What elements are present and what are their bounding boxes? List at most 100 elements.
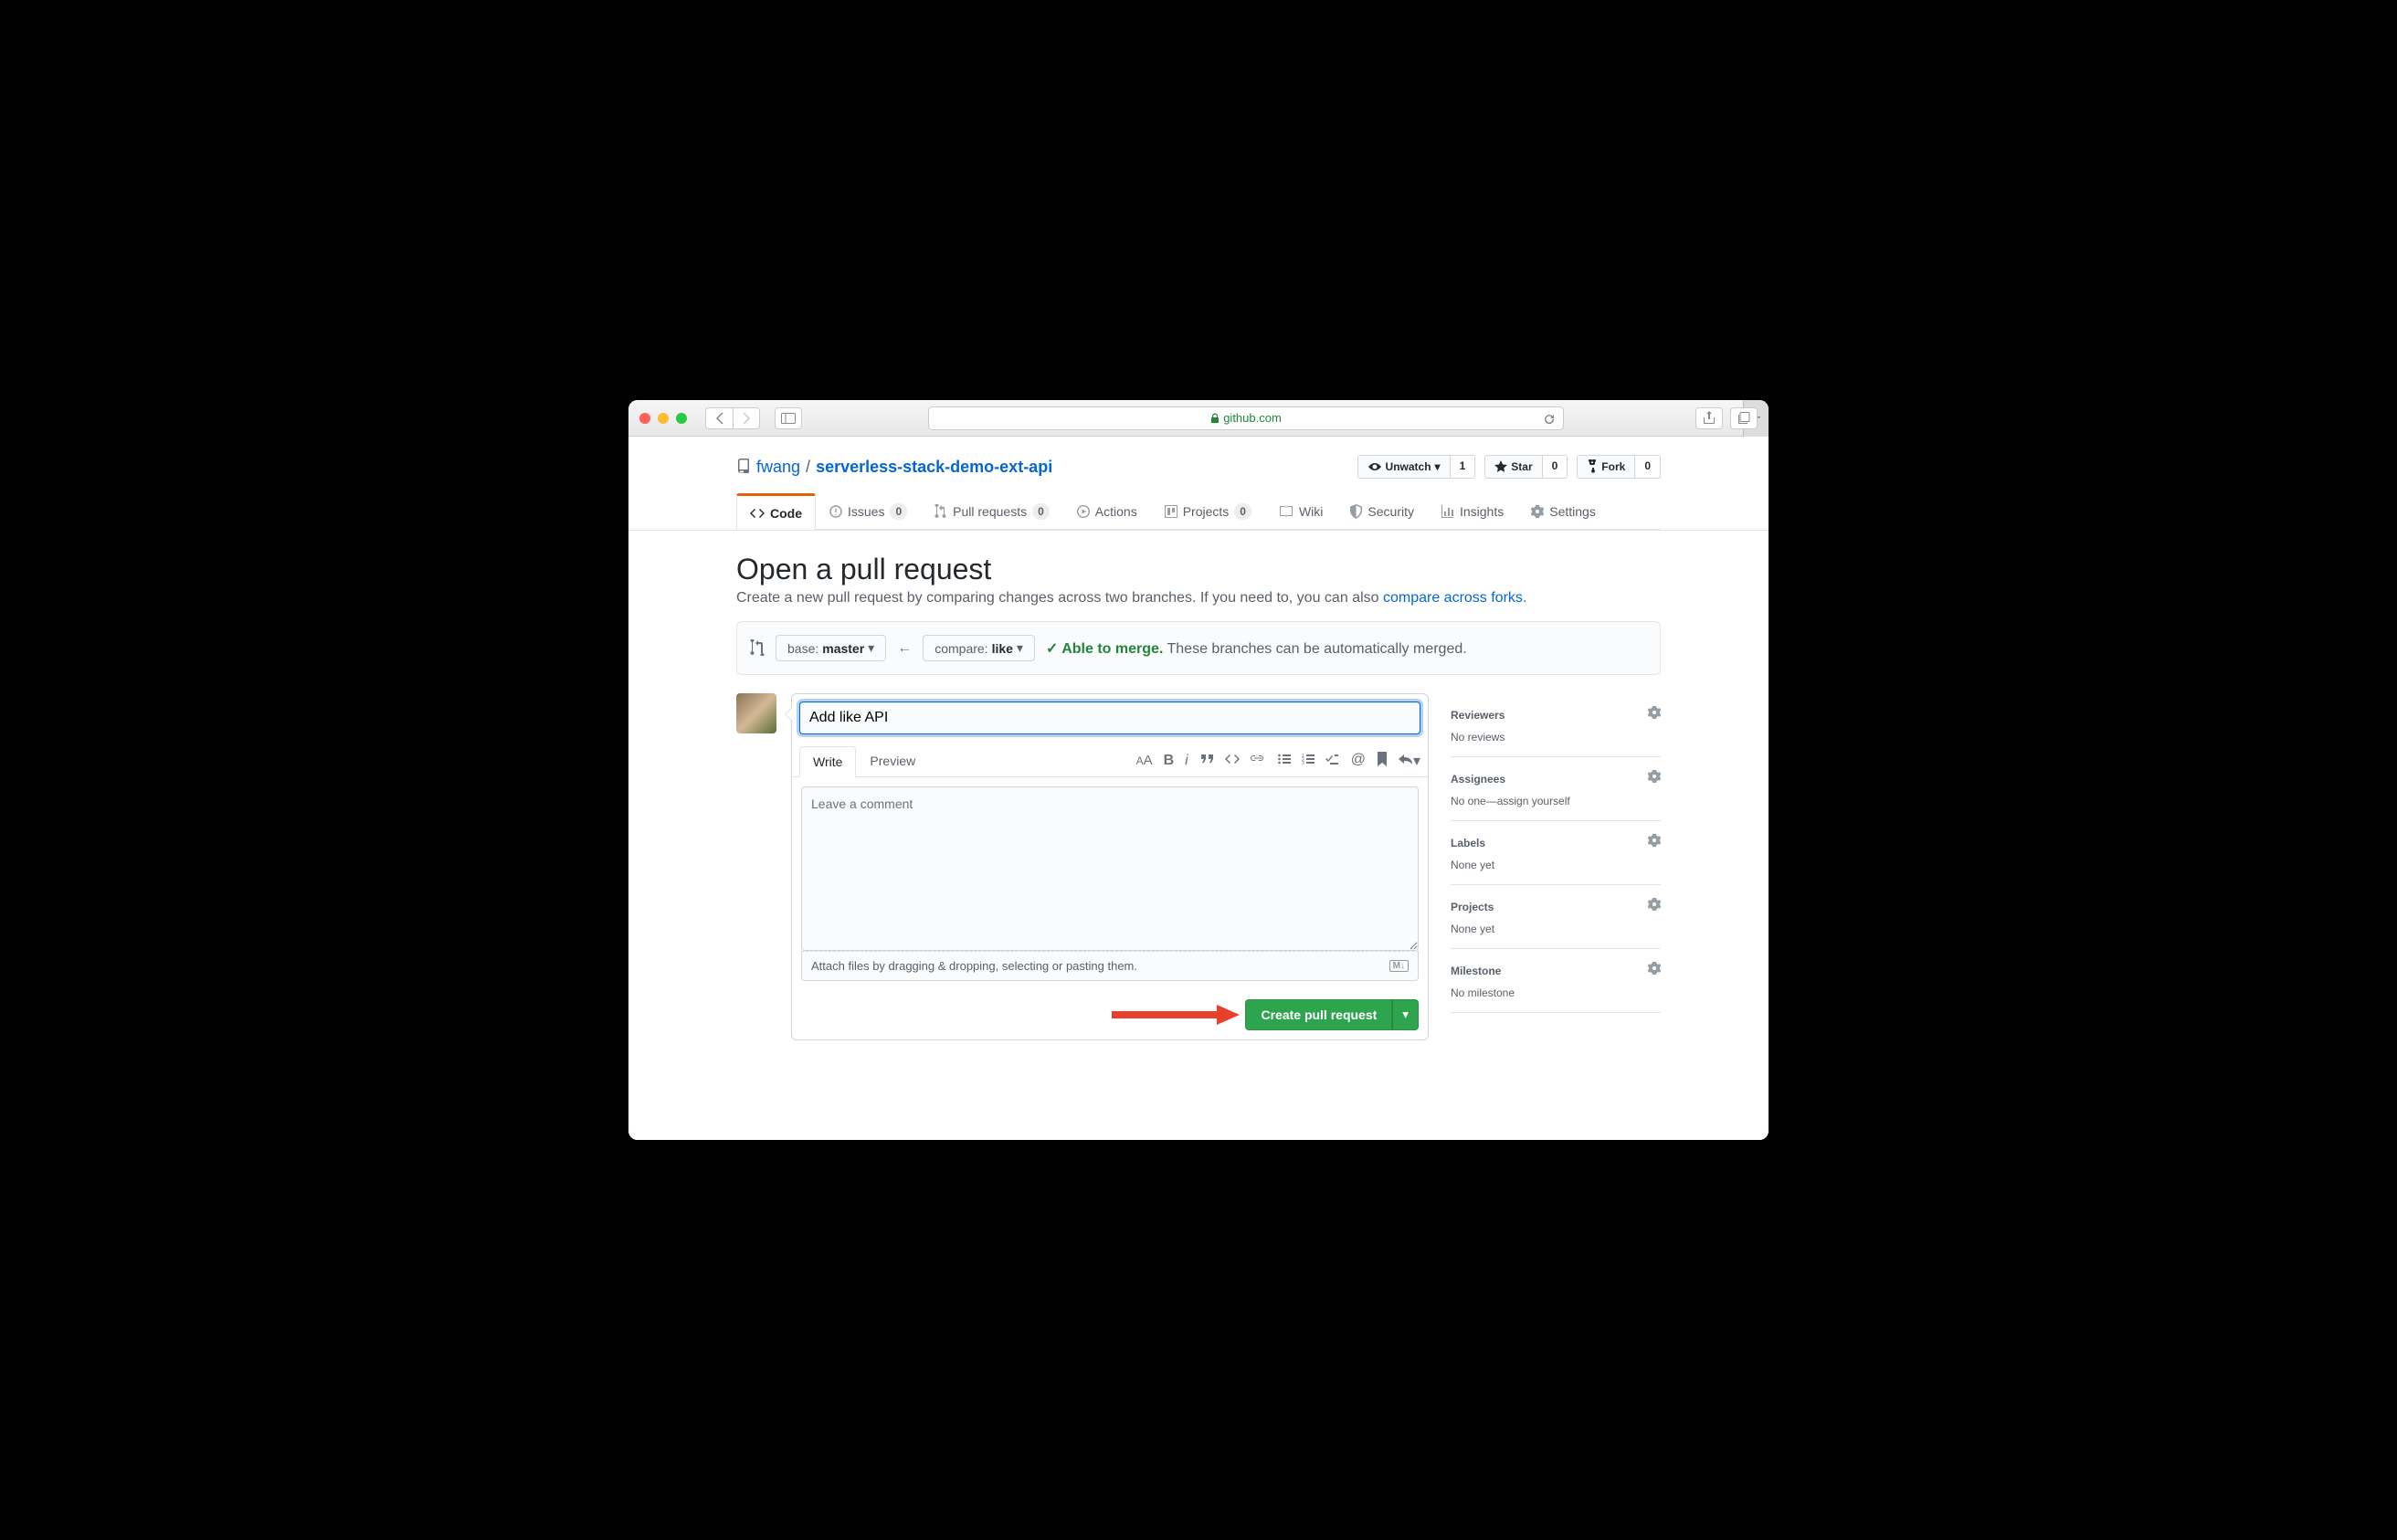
forks-count[interactable]: 0: [1635, 455, 1661, 479]
heading-button[interactable]: AA: [1136, 753, 1153, 769]
bold-button[interactable]: B: [1164, 753, 1175, 769]
share-button[interactable]: [1695, 407, 1723, 429]
sidebar-milestone: Milestone No milestone: [1451, 949, 1661, 1013]
play-icon: [1077, 505, 1090, 518]
tab-actions-label: Actions: [1095, 504, 1137, 519]
base-branch-button[interactable]: base: master ▾: [776, 635, 886, 661]
quote-button[interactable]: [1201, 753, 1214, 769]
attach-hint-text: Attach files by dragging & dropping, sel…: [811, 959, 1137, 973]
sidebar-toggle-button[interactable]: [775, 407, 802, 429]
nav-buttons: [705, 407, 760, 429]
create-pr-dropdown[interactable]: ▾: [1392, 999, 1419, 1030]
compare-branch: like: [992, 641, 1013, 656]
assignees-gear[interactable]: [1648, 770, 1661, 787]
tab-actions[interactable]: Actions: [1063, 493, 1151, 529]
pr-sidebar: Reviewers No reviews Assignees No one—as…: [1451, 693, 1661, 1040]
bookmark-icon: [1377, 752, 1388, 766]
back-button[interactable]: [705, 407, 733, 429]
labels-gear[interactable]: [1648, 834, 1661, 851]
markdown-icon[interactable]: M↓: [1389, 960, 1409, 972]
reviewers-gear[interactable]: [1648, 706, 1661, 723]
code-button[interactable]: [1225, 753, 1240, 769]
tabs-icon: [1737, 412, 1750, 425]
tab-pulls[interactable]: Pull requests 0: [921, 493, 1063, 529]
create-pr-button[interactable]: Create pull request: [1245, 999, 1392, 1030]
zoom-window-button[interactable]: [676, 413, 687, 424]
link-button[interactable]: [1251, 753, 1265, 769]
comment-textarea[interactable]: [801, 786, 1419, 951]
stars-count[interactable]: 0: [1543, 455, 1568, 479]
svg-text:3: 3: [1302, 761, 1304, 765]
star-label: Star: [1511, 460, 1532, 473]
arrow-left-icon: ←: [897, 640, 912, 657]
repo-name-link[interactable]: serverless-stack-demo-ext-api: [816, 458, 1052, 477]
fork-button[interactable]: Fork: [1577, 455, 1635, 479]
tab-settings[interactable]: Settings: [1517, 493, 1610, 529]
star-icon: [1494, 460, 1507, 473]
tabs-button[interactable]: [1730, 407, 1758, 429]
assignees-title: Assignees: [1451, 773, 1505, 786]
tab-wiki[interactable]: Wiki: [1265, 493, 1336, 529]
shield-icon: [1350, 504, 1362, 519]
comment-body: Attach files by dragging & dropping, sel…: [792, 777, 1428, 990]
mention-button[interactable]: @: [1351, 752, 1366, 771]
star-button[interactable]: Star: [1484, 455, 1542, 479]
page-content: fwang / serverless-stack-demo-ext-api Un…: [628, 437, 1769, 1140]
compare-forks-link[interactable]: compare across forks: [1383, 590, 1523, 606]
sidebar-assignees: Assignees No one—assign yourself: [1451, 757, 1661, 821]
ul-button[interactable]: [1278, 753, 1291, 769]
merge-text: These branches can be automatically merg…: [1167, 641, 1467, 657]
compare-branch-button[interactable]: compare: like ▾: [923, 635, 1035, 661]
reponav: Code Issues 0 Pull requests 0 Actions: [736, 493, 1661, 530]
tab-security-label: Security: [1367, 504, 1414, 519]
minimize-window-button[interactable]: [658, 413, 669, 424]
comment-tabs: Write Preview AA B i: [792, 745, 1428, 777]
pr-title-input[interactable]: [799, 701, 1420, 734]
reference-button[interactable]: [1377, 752, 1388, 771]
main: Open a pull request Create a new pull re…: [736, 531, 1661, 1040]
watchers-count[interactable]: 1: [1451, 455, 1476, 479]
quote-icon: [1201, 754, 1214, 765]
sidebar-projects-content: None yet: [1451, 923, 1661, 935]
url-bar[interactable]: github.com: [928, 406, 1564, 430]
gear-icon: [1648, 706, 1661, 719]
repo-owner-link[interactable]: fwang: [756, 458, 800, 477]
reply-button[interactable]: ▾: [1399, 752, 1420, 771]
issue-icon: [829, 505, 842, 518]
ol-button[interactable]: 123: [1302, 753, 1315, 769]
tab-write[interactable]: Write: [799, 746, 856, 777]
projects-gear[interactable]: [1648, 898, 1661, 915]
tab-settings-label: Settings: [1549, 504, 1596, 519]
create-pr-button-group: Create pull request ▾: [1245, 999, 1419, 1030]
projects-count: 0: [1234, 503, 1251, 520]
tab-insights[interactable]: Insights: [1428, 493, 1517, 529]
tab-security[interactable]: Security: [1336, 493, 1428, 529]
milestone-content: No milestone: [1451, 986, 1661, 999]
italic-button[interactable]: i: [1185, 753, 1188, 769]
forward-button[interactable]: [733, 407, 760, 429]
pulls-count: 0: [1032, 503, 1050, 520]
attach-hint[interactable]: Attach files by dragging & dropping, sel…: [801, 951, 1419, 981]
reviewers-content: No reviews: [1451, 731, 1661, 744]
refresh-button[interactable]: [1543, 411, 1556, 426]
repo-actions: Unwatch ▾ 1 Star 0: [1357, 455, 1661, 479]
task-button[interactable]: [1325, 753, 1338, 769]
repo-title: fwang / serverless-stack-demo-ext-api: [736, 458, 1052, 477]
tab-code[interactable]: Code: [736, 493, 816, 530]
git-compare-icon: [750, 639, 765, 656]
tab-issues[interactable]: Issues 0: [816, 493, 921, 529]
fork-label: Fork: [1601, 460, 1625, 473]
traffic-lights: [639, 413, 687, 424]
close-window-button[interactable]: [639, 413, 650, 424]
issues-count: 0: [890, 503, 907, 520]
assign-yourself-link[interactable]: No one—assign yourself: [1451, 795, 1570, 807]
tab-projects[interactable]: Projects 0: [1151, 493, 1265, 529]
tab-preview[interactable]: Preview: [856, 745, 929, 776]
tab-projects-label: Projects: [1183, 504, 1230, 519]
chevron-down-icon: ▾: [1017, 640, 1023, 656]
avatar[interactable]: [736, 693, 776, 733]
reviewers-title: Reviewers: [1451, 709, 1505, 722]
milestone-gear[interactable]: [1648, 962, 1661, 979]
url-domain: github.com: [1223, 411, 1282, 425]
unwatch-button[interactable]: Unwatch ▾: [1357, 455, 1451, 479]
